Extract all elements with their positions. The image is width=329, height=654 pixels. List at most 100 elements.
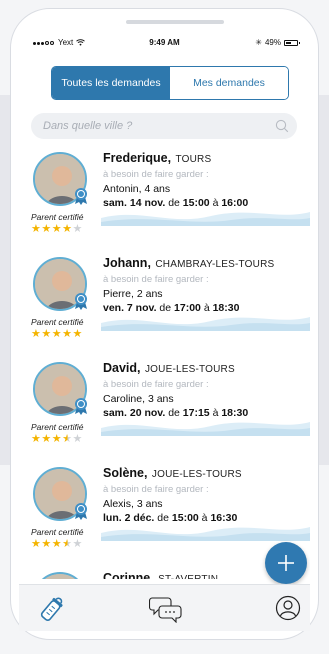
request-card[interactable]: Parent certifié ★★★★★ David, JOUE-LES-TO…: [19, 359, 310, 464]
rating-stars: ★★★★★: [31, 328, 83, 340]
avatar-photo: [35, 574, 85, 579]
parent-city: TOURS: [175, 154, 212, 165]
certified-label: Parent certifié: [31, 317, 84, 327]
battery-percent: 49%: [264, 38, 281, 47]
child-info: Alexis, 3 ans: [103, 498, 163, 510]
app-screen: Yext 9:49 AM ✳ 49% Toutes les demandes M…: [19, 31, 310, 631]
schedule: sam. 20 nov. de 17:15 à 18:30: [103, 407, 303, 419]
star-icon: ★: [41, 433, 52, 445]
request-card[interactable]: Parent certifié ★★★★★ Johann, CHAMBRAY-L…: [19, 254, 310, 359]
parent-city: ST-AVERTIN: [158, 574, 218, 579]
star-icon: ★: [62, 328, 73, 340]
star-icon: ★: [72, 538, 83, 550]
schedule-from-word: de: [159, 302, 172, 314]
schedule-from-word: de: [168, 197, 180, 209]
city-search-input[interactable]: Dans quelle ville ?: [31, 113, 297, 139]
schedule: sam. 14 nov. de 15:00 à 16:00: [103, 197, 303, 209]
star-icon: ★: [51, 223, 63, 235]
schedule-date: sam. 14 nov.: [103, 197, 166, 209]
child-info: Caroline, 3 ans: [103, 393, 174, 405]
tab-all-requests[interactable]: Toutes les demandes: [52, 67, 170, 99]
star-icon: ★: [31, 223, 42, 235]
star-icon: ★: [31, 538, 42, 550]
schedule-to-word: à: [201, 512, 208, 524]
schedule: ven. 7 nov. de 17:00 à 18:30: [103, 302, 303, 314]
certified-badge-icon: [75, 398, 87, 415]
tab-requests[interactable]: [37, 595, 67, 628]
parent-name: Johann,: [103, 256, 151, 270]
profile-icon: [275, 595, 301, 621]
schedule-to-word: à: [203, 302, 210, 314]
request-filter-segment: Toutes les demandes Mes demandes: [51, 66, 289, 100]
phone-frame: Yext 9:49 AM ✳ 49% Toutes les demandes M…: [10, 8, 319, 640]
need-label: à besoin de faire garder :: [103, 169, 209, 180]
schedule-to-word: à: [212, 197, 219, 209]
bottom-tab-bar: [19, 584, 310, 631]
tab-profile[interactable]: [275, 595, 301, 626]
parent-city: JOUE-LES-TOURS: [151, 469, 242, 480]
search-icon[interactable]: [275, 119, 289, 133]
schedule-start: 15:00: [171, 512, 199, 524]
need-label: à besoin de faire garder :: [103, 484, 209, 495]
star-icon: ★: [72, 433, 83, 445]
star-icon: ★: [41, 538, 52, 550]
status-right: ✳ 49%: [255, 38, 300, 47]
baby-bottle-icon: [40, 597, 63, 621]
parent-name: Frederique,: [103, 151, 172, 165]
plus-icon: [278, 555, 294, 571]
star-icon: ★: [51, 538, 63, 550]
request-list: Parent certifié ★★★★★ Frederique, TOURS …: [19, 149, 310, 579]
star-icon: ★: [72, 328, 83, 340]
certified-label: Parent certifié: [31, 422, 84, 432]
star-icon: ★: [62, 538, 73, 550]
star-icon: ★: [31, 433, 42, 445]
need-label: à besoin de faire garder :: [103, 274, 209, 285]
status-bar: Yext 9:49 AM ✳ 49%: [19, 31, 310, 53]
add-request-button[interactable]: [265, 542, 307, 584]
schedule-end: 16:00: [221, 197, 249, 209]
rating-stars: ★★★★★: [31, 538, 83, 550]
schedule-date: sam. 20 nov.: [103, 407, 166, 419]
schedule-from-word: de: [157, 512, 169, 524]
star-icon: ★: [41, 328, 52, 340]
star-icon: ★: [62, 433, 73, 445]
tab-my-requests[interactable]: Mes demandes: [170, 67, 288, 99]
schedule-start: 17:00: [174, 302, 201, 314]
request-info: Johann, CHAMBRAY-LES-TOURS à besoin de f…: [103, 254, 303, 314]
bluetooth-icon: ✳: [255, 38, 262, 47]
certified-label: Parent certifié: [31, 212, 84, 222]
rating-stars: ★★★★★: [31, 223, 83, 235]
schedule-start: 15:00: [182, 197, 210, 209]
schedule-end: 18:30: [221, 407, 249, 419]
request-info: Frederique, TOURS à besoin de faire gard…: [103, 149, 303, 209]
schedule-date: lun. 2 déc.: [103, 512, 155, 524]
request-card[interactable]: Parent certifié ★★★★★ Frederique, TOURS …: [19, 149, 310, 254]
schedule: lun. 2 déc. de 15:00 à 16:30: [103, 512, 303, 524]
schedule-to-word: à: [212, 407, 219, 419]
child-info: Pierre, 2 ans: [103, 288, 163, 300]
star-icon: ★: [62, 223, 73, 235]
chat-bubbles-icon: [148, 597, 182, 624]
star-icon: ★: [41, 223, 52, 235]
schedule-end: 18:30: [212, 302, 240, 314]
schedule-end: 16:30: [210, 512, 238, 524]
request-info: David, JOUE-LES-TOURS à besoin de faire …: [103, 359, 303, 419]
parent-name: David,: [103, 361, 141, 375]
schedule-date: ven. 7 nov.: [103, 302, 157, 314]
tab-messages[interactable]: [148, 595, 183, 628]
parent-city: JOUE-LES-TOURS: [144, 364, 235, 375]
child-info: Antonin, 4 ans: [103, 183, 171, 195]
parent-name: Corinne,: [103, 571, 154, 579]
search-placeholder: Dans quelle ville ?: [43, 120, 133, 132]
schedule-start: 17:15: [182, 407, 210, 419]
parent-city: CHAMBRAY-LES-TOURS: [155, 259, 275, 270]
phone-speaker: [126, 20, 224, 24]
parent-avatar[interactable]: [33, 572, 87, 579]
certified-label: Parent certifié: [31, 527, 84, 537]
star-icon: ★: [72, 223, 83, 235]
certified-badge-icon: [75, 503, 87, 520]
schedule-from-word: de: [168, 407, 180, 419]
certified-badge-icon: [75, 293, 87, 310]
star-icon: ★: [51, 328, 63, 340]
request-info: Solène, JOUE-LES-TOURS à besoin de faire…: [103, 464, 303, 524]
